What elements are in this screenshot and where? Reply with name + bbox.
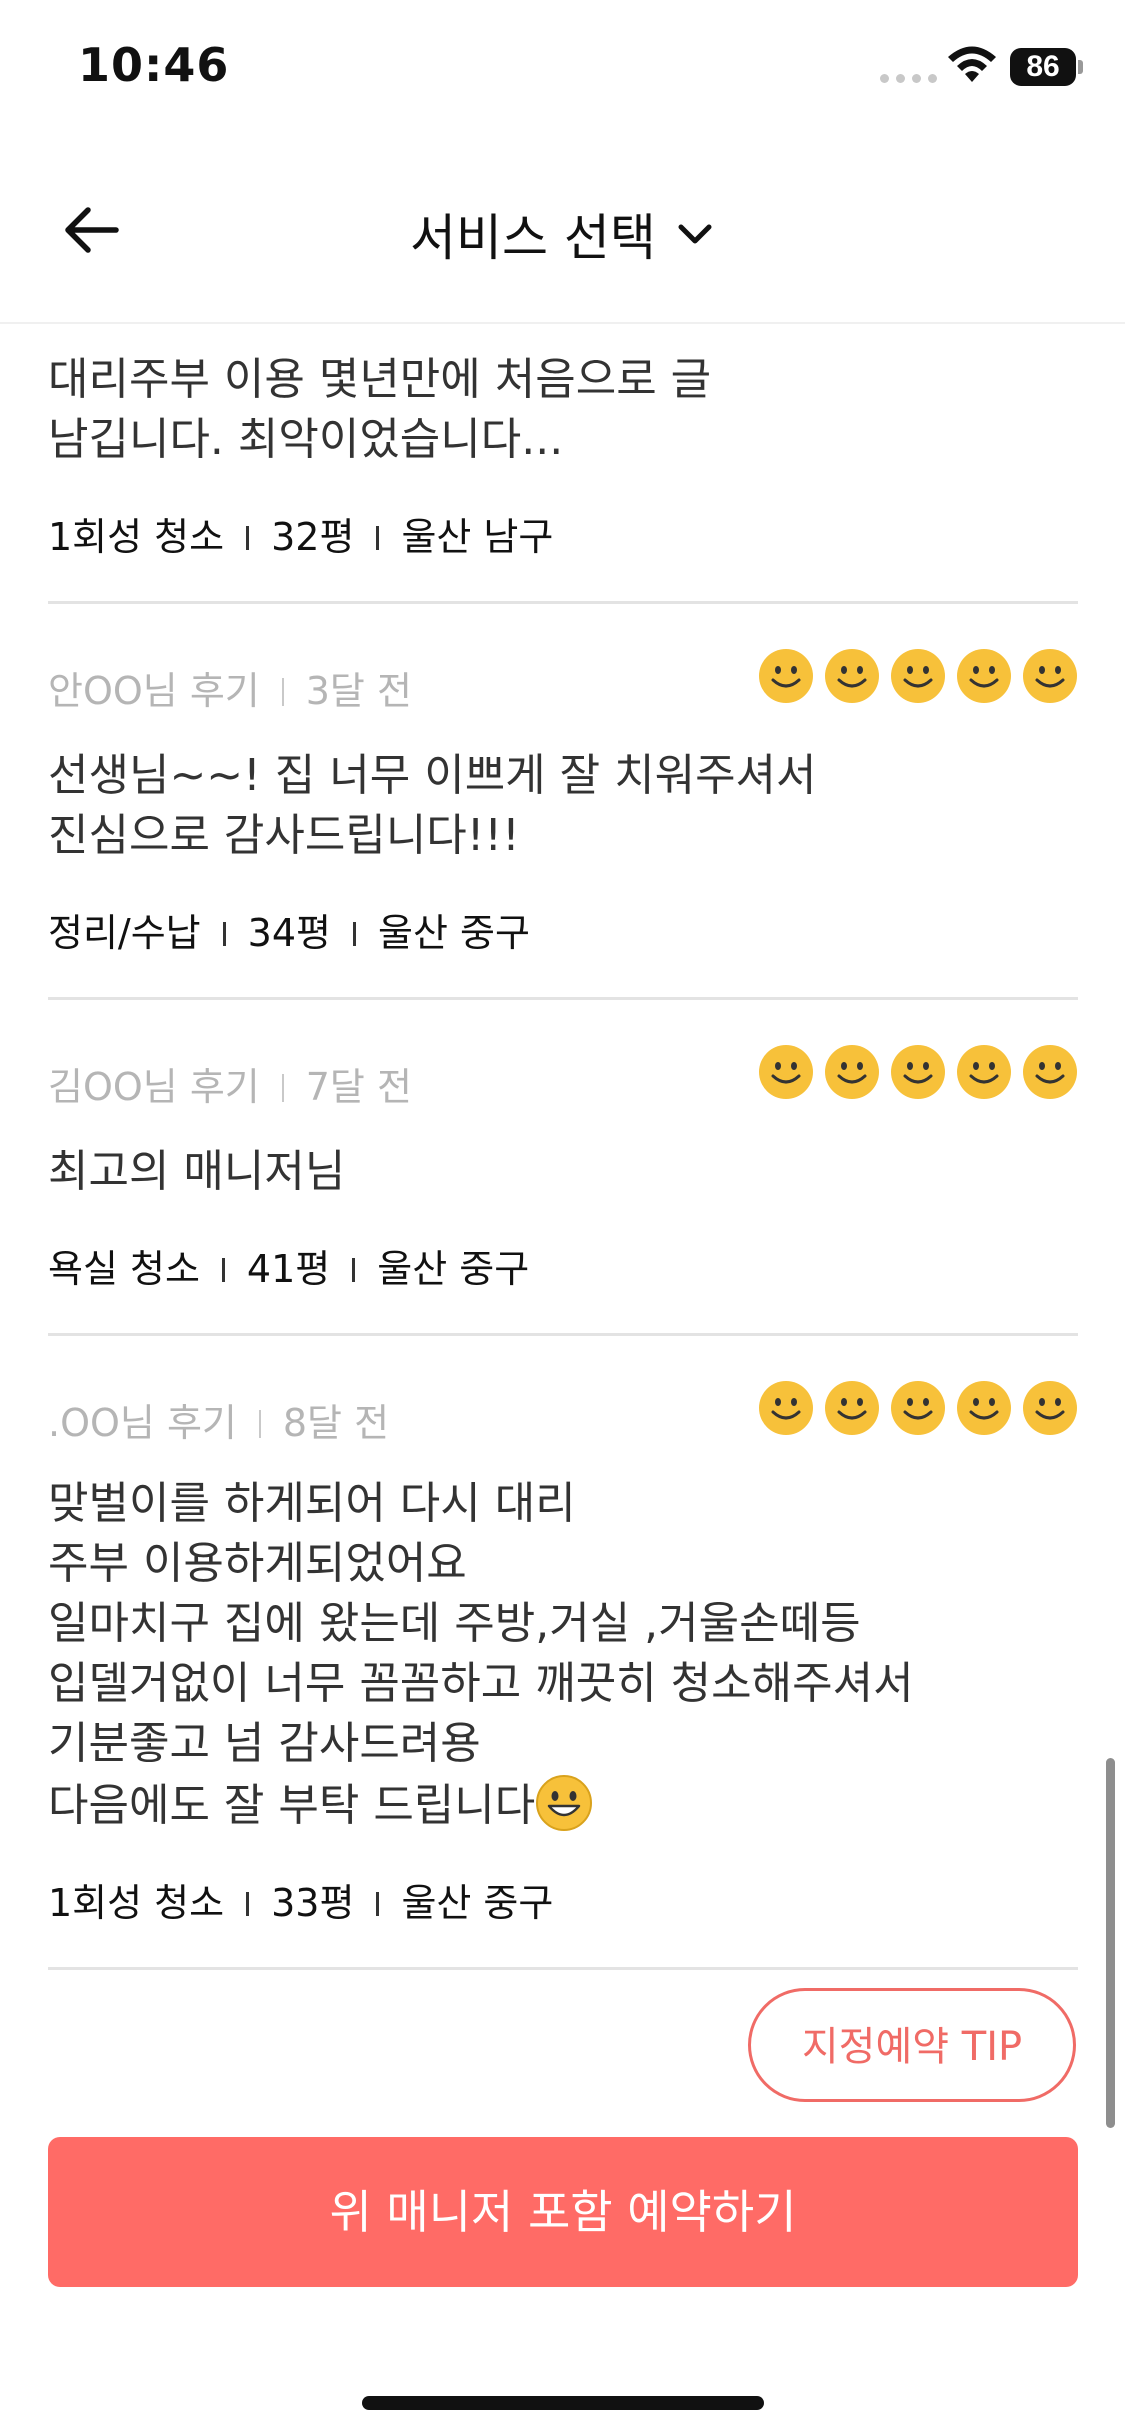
review-meta: 김OO님 후기 7달 전 bbox=[48, 1045, 1078, 1118]
smile-icon bbox=[891, 1381, 945, 1435]
book-with-manager-button[interactable]: 위 매니저 포함 예약하기 bbox=[48, 2137, 1078, 2287]
smile-icon bbox=[957, 649, 1011, 703]
review-location: 울산 중구 bbox=[401, 1881, 554, 1925]
review-list[interactable]: 대리주부 이용 몇년만에 처음으로 글 남깁니다. 최악이었습니다... 1회성… bbox=[48, 322, 1078, 1970]
review-location: 울산 중구 bbox=[377, 1247, 530, 1291]
review-time: 3달 전 bbox=[305, 669, 412, 713]
smile-icon bbox=[759, 1381, 813, 1435]
reservation-tip-button[interactable]: 지정예약 TIP bbox=[748, 1988, 1076, 2102]
review-author: .OO님 후기 bbox=[48, 1401, 237, 1445]
smile-icon bbox=[957, 1381, 1011, 1435]
page-title: 서비스 선택 bbox=[410, 209, 656, 267]
review-meta: .OO님 후기 8달 전 bbox=[48, 1381, 1078, 1454]
battery-cap bbox=[1078, 60, 1083, 74]
review-body: 선생님~~! 집 너무 이쁘게 잘 치워주셔서 진심으로 감사드립니다!!! bbox=[48, 750, 817, 861]
review-location: 울산 남구 bbox=[401, 515, 554, 559]
header: 서비스 선택 bbox=[0, 140, 1125, 324]
review-service: 1회성 청소 bbox=[48, 1881, 225, 1925]
smile-icon bbox=[1023, 649, 1077, 703]
review-item: 안OO님 후기 3달 전 선생님~~! 집 너무 이쁘게 잘 치워주셔서 진심으로… bbox=[48, 649, 1078, 1000]
home-indicator[interactable] bbox=[362, 2396, 764, 2410]
review-size: 34평 bbox=[247, 911, 331, 955]
rating-stars bbox=[758, 1044, 1078, 1100]
review-service: 1회성 청소 bbox=[48, 515, 225, 559]
review-tags: 정리/수납 34평 울산 중구 bbox=[48, 866, 1078, 997]
review-author: 김OO님 후기 bbox=[48, 1065, 260, 1109]
status-time: 10:46 bbox=[78, 38, 230, 92]
review-location: 울산 중구 bbox=[377, 911, 530, 955]
review-tags: 1회성 청소 33평 울산 중구 bbox=[48, 1836, 1078, 1967]
chevron-down-icon bbox=[678, 224, 712, 244]
smile-icon bbox=[1023, 1381, 1077, 1435]
review-service: 욕실 청소 bbox=[48, 1247, 200, 1291]
smile-icon bbox=[825, 1045, 879, 1099]
review-service: 정리/수납 bbox=[48, 911, 201, 955]
review-body-text: 맞벌이를 하게되어 다시 대리 주부 이용하게되었어요 일마치구 집에 왔는데 … bbox=[48, 1478, 914, 1831]
review-time: 8달 전 bbox=[282, 1401, 390, 1445]
battery-indicator: 86 bbox=[1010, 48, 1076, 86]
status-bar: 10:46 86 bbox=[0, 0, 1125, 140]
review-item: .OO님 후기 8달 전 맞벌이를 하게되어 다시 대리 주부 이용하게되었어요 … bbox=[48, 1381, 1078, 1970]
review-body: 맞벌이를 하게되어 다시 대리 주부 이용하게되었어요 일마치구 집에 왔는데 … bbox=[48, 1454, 1078, 1836]
review-size: 33평 bbox=[271, 1881, 355, 1925]
smile-icon bbox=[1023, 1045, 1077, 1099]
review-meta: 안OO님 후기 3달 전 bbox=[48, 649, 1078, 722]
cellular-signal-icon bbox=[880, 74, 937, 83]
smile-icon bbox=[825, 649, 879, 703]
smile-icon bbox=[891, 649, 945, 703]
smile-icon bbox=[759, 1045, 813, 1099]
smile-icon bbox=[957, 1045, 1011, 1099]
review-tags: 욕실 청소 41평 울산 중구 bbox=[48, 1202, 1078, 1333]
grinning-emoji-icon bbox=[536, 1775, 593, 1831]
review-item: 김OO님 후기 7달 전 최고의 매니저님 욕실 청소 41평 울산 중구 bbox=[48, 1045, 1078, 1336]
review-size: 32평 bbox=[271, 515, 355, 559]
service-select-dropdown[interactable]: 서비스 선택 bbox=[0, 198, 1125, 270]
review-body: 대리주부 이용 몇년만에 처음으로 글 남깁니다. 최악이었습니다... bbox=[48, 354, 712, 465]
review-body: 최고의 매니저님 bbox=[48, 1146, 346, 1197]
rating-stars bbox=[758, 1380, 1078, 1436]
scrollbar[interactable] bbox=[1106, 1758, 1115, 2128]
review-author: 안OO님 후기 bbox=[48, 669, 260, 713]
screen: 10:46 86 서비스 선택 대리주부 이용 몇년만에 처음으로 글 남깁니다… bbox=[0, 0, 1125, 2436]
review-item: 대리주부 이용 몇년만에 처음으로 글 남깁니다. 최악이었습니다... 1회성… bbox=[48, 322, 1078, 604]
smile-icon bbox=[891, 1045, 945, 1099]
smile-icon bbox=[825, 1381, 879, 1435]
rating-stars bbox=[758, 648, 1078, 704]
smile-icon bbox=[759, 649, 813, 703]
wifi-icon bbox=[948, 46, 996, 82]
review-time: 7달 전 bbox=[305, 1065, 412, 1109]
review-size: 41평 bbox=[246, 1247, 331, 1291]
review-tags: 1회성 청소 32평 울산 남구 bbox=[48, 470, 1078, 601]
